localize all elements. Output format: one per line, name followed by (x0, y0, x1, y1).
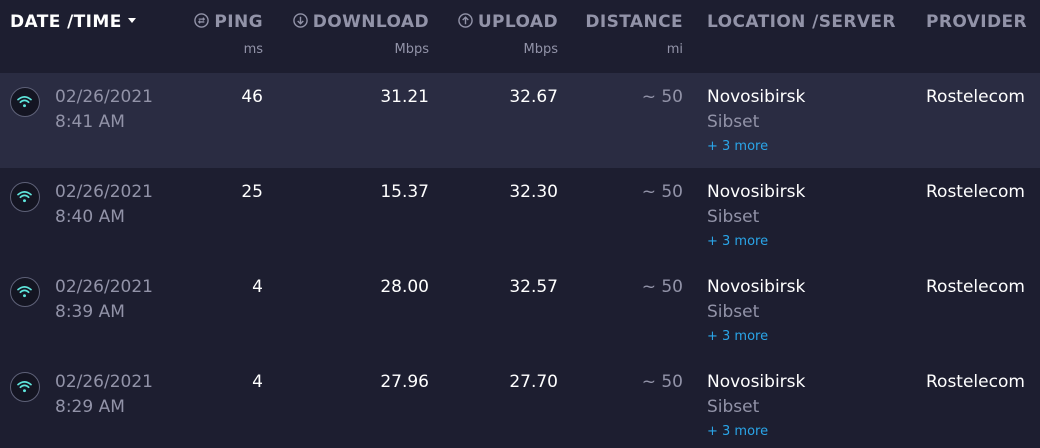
ping-value: 25 (241, 182, 263, 202)
location-name: Novosibirsk (707, 372, 806, 392)
ping-value: 46 (241, 87, 263, 107)
table-row[interactable]: 02/26/2021 8:40 AM 25 15.37 32.30 ~ 50 N… (0, 168, 1040, 263)
download-arrow-icon (293, 12, 308, 28)
more-servers-link[interactable]: + 3 more (707, 234, 768, 249)
test-date: 02/26/2021 (55, 372, 153, 392)
table-row[interactable]: 02/26/2021 8:41 AM 46 31.21 32.67 ~ 50 N… (0, 73, 1040, 168)
wifi-icon (10, 372, 40, 402)
upload-value: 32.57 (509, 277, 558, 297)
table-row[interactable]: 02/26/2021 8:39 AM 4 28.00 32.57 ~ 50 No… (0, 263, 1040, 358)
wifi-icon (10, 277, 40, 307)
distance-unit: mi (666, 42, 683, 57)
ping-header-label: PING (214, 12, 263, 32)
server-name: Sibset (707, 302, 760, 322)
distance-value: ~ 50 (641, 87, 683, 107)
location-name: Novosibirsk (707, 277, 806, 297)
upload-value: 32.67 (509, 87, 558, 107)
download-header[interactable]: DOWNLOAD (293, 12, 429, 32)
provider-name: Rostelecom (926, 372, 1025, 392)
upload-header[interactable]: UPLOAD (458, 12, 558, 32)
test-time: 8:41 AM (55, 112, 125, 132)
caret-down-icon (127, 17, 136, 23)
more-servers-link[interactable]: + 3 more (707, 329, 768, 344)
date-time-header-label: DATE /TIME (10, 12, 122, 32)
test-time: 8:39 AM (55, 302, 125, 322)
test-date: 02/26/2021 (55, 277, 153, 297)
server-name: Sibset (707, 207, 760, 227)
test-time: 8:40 AM (55, 207, 125, 227)
provider-header[interactable]: PROVIDER (926, 12, 1027, 32)
location-server-header[interactable]: LOCATION /SERVER (707, 12, 896, 32)
upload-header-label: UPLOAD (477, 12, 558, 32)
download-value: 27.96 (380, 372, 429, 392)
provider-name: Rostelecom (926, 277, 1025, 297)
download-unit: Mbps (394, 42, 430, 57)
distance-value: ~ 50 (641, 277, 683, 297)
sort-date-time-header[interactable]: DATE /TIME (10, 12, 136, 32)
server-name: Sibset (707, 397, 760, 417)
download-header-label: DOWNLOAD (312, 12, 429, 32)
provider-name: Rostelecom (926, 182, 1025, 202)
results-table: DATE /TIME PING ms DOWNLOAD Mbps UPLOAD … (0, 0, 1040, 448)
location-server-header-label: LOCATION /SERVER (707, 12, 896, 32)
server-name: Sibset (707, 112, 760, 132)
ping-gauge-icon (194, 12, 210, 28)
upload-unit: Mbps (523, 42, 559, 57)
more-servers-link[interactable]: + 3 more (707, 424, 768, 439)
test-date: 02/26/2021 (55, 87, 153, 107)
location-name: Novosibirsk (707, 87, 806, 107)
distance-value: ~ 50 (641, 372, 683, 392)
distance-header[interactable]: DISTANCE (585, 12, 683, 32)
upload-value: 32.30 (509, 182, 558, 202)
test-time: 8:29 AM (55, 397, 125, 417)
ping-unit: ms (243, 42, 263, 57)
ping-value: 4 (252, 277, 263, 297)
ping-header[interactable]: PING (194, 12, 263, 32)
download-value: 28.00 (380, 277, 429, 297)
distance-value: ~ 50 (641, 182, 683, 202)
wifi-icon (10, 87, 40, 117)
provider-name: Rostelecom (926, 87, 1025, 107)
upload-value: 27.70 (509, 372, 558, 392)
download-value: 15.37 (380, 182, 429, 202)
upload-arrow-icon (458, 12, 473, 28)
table-row[interactable]: 02/26/2021 8:29 AM 4 27.96 27.70 ~ 50 No… (0, 358, 1040, 448)
download-value: 31.21 (380, 87, 429, 107)
provider-header-label: PROVIDER (926, 12, 1028, 32)
table-header: DATE /TIME PING ms DOWNLOAD Mbps UPLOAD … (0, 0, 1040, 72)
distance-header-label: DISTANCE (585, 12, 683, 32)
location-name: Novosibirsk (707, 182, 806, 202)
wifi-icon (10, 182, 40, 212)
test-date: 02/26/2021 (55, 182, 153, 202)
ping-value: 4 (252, 372, 263, 392)
more-servers-link[interactable]: + 3 more (707, 139, 768, 154)
